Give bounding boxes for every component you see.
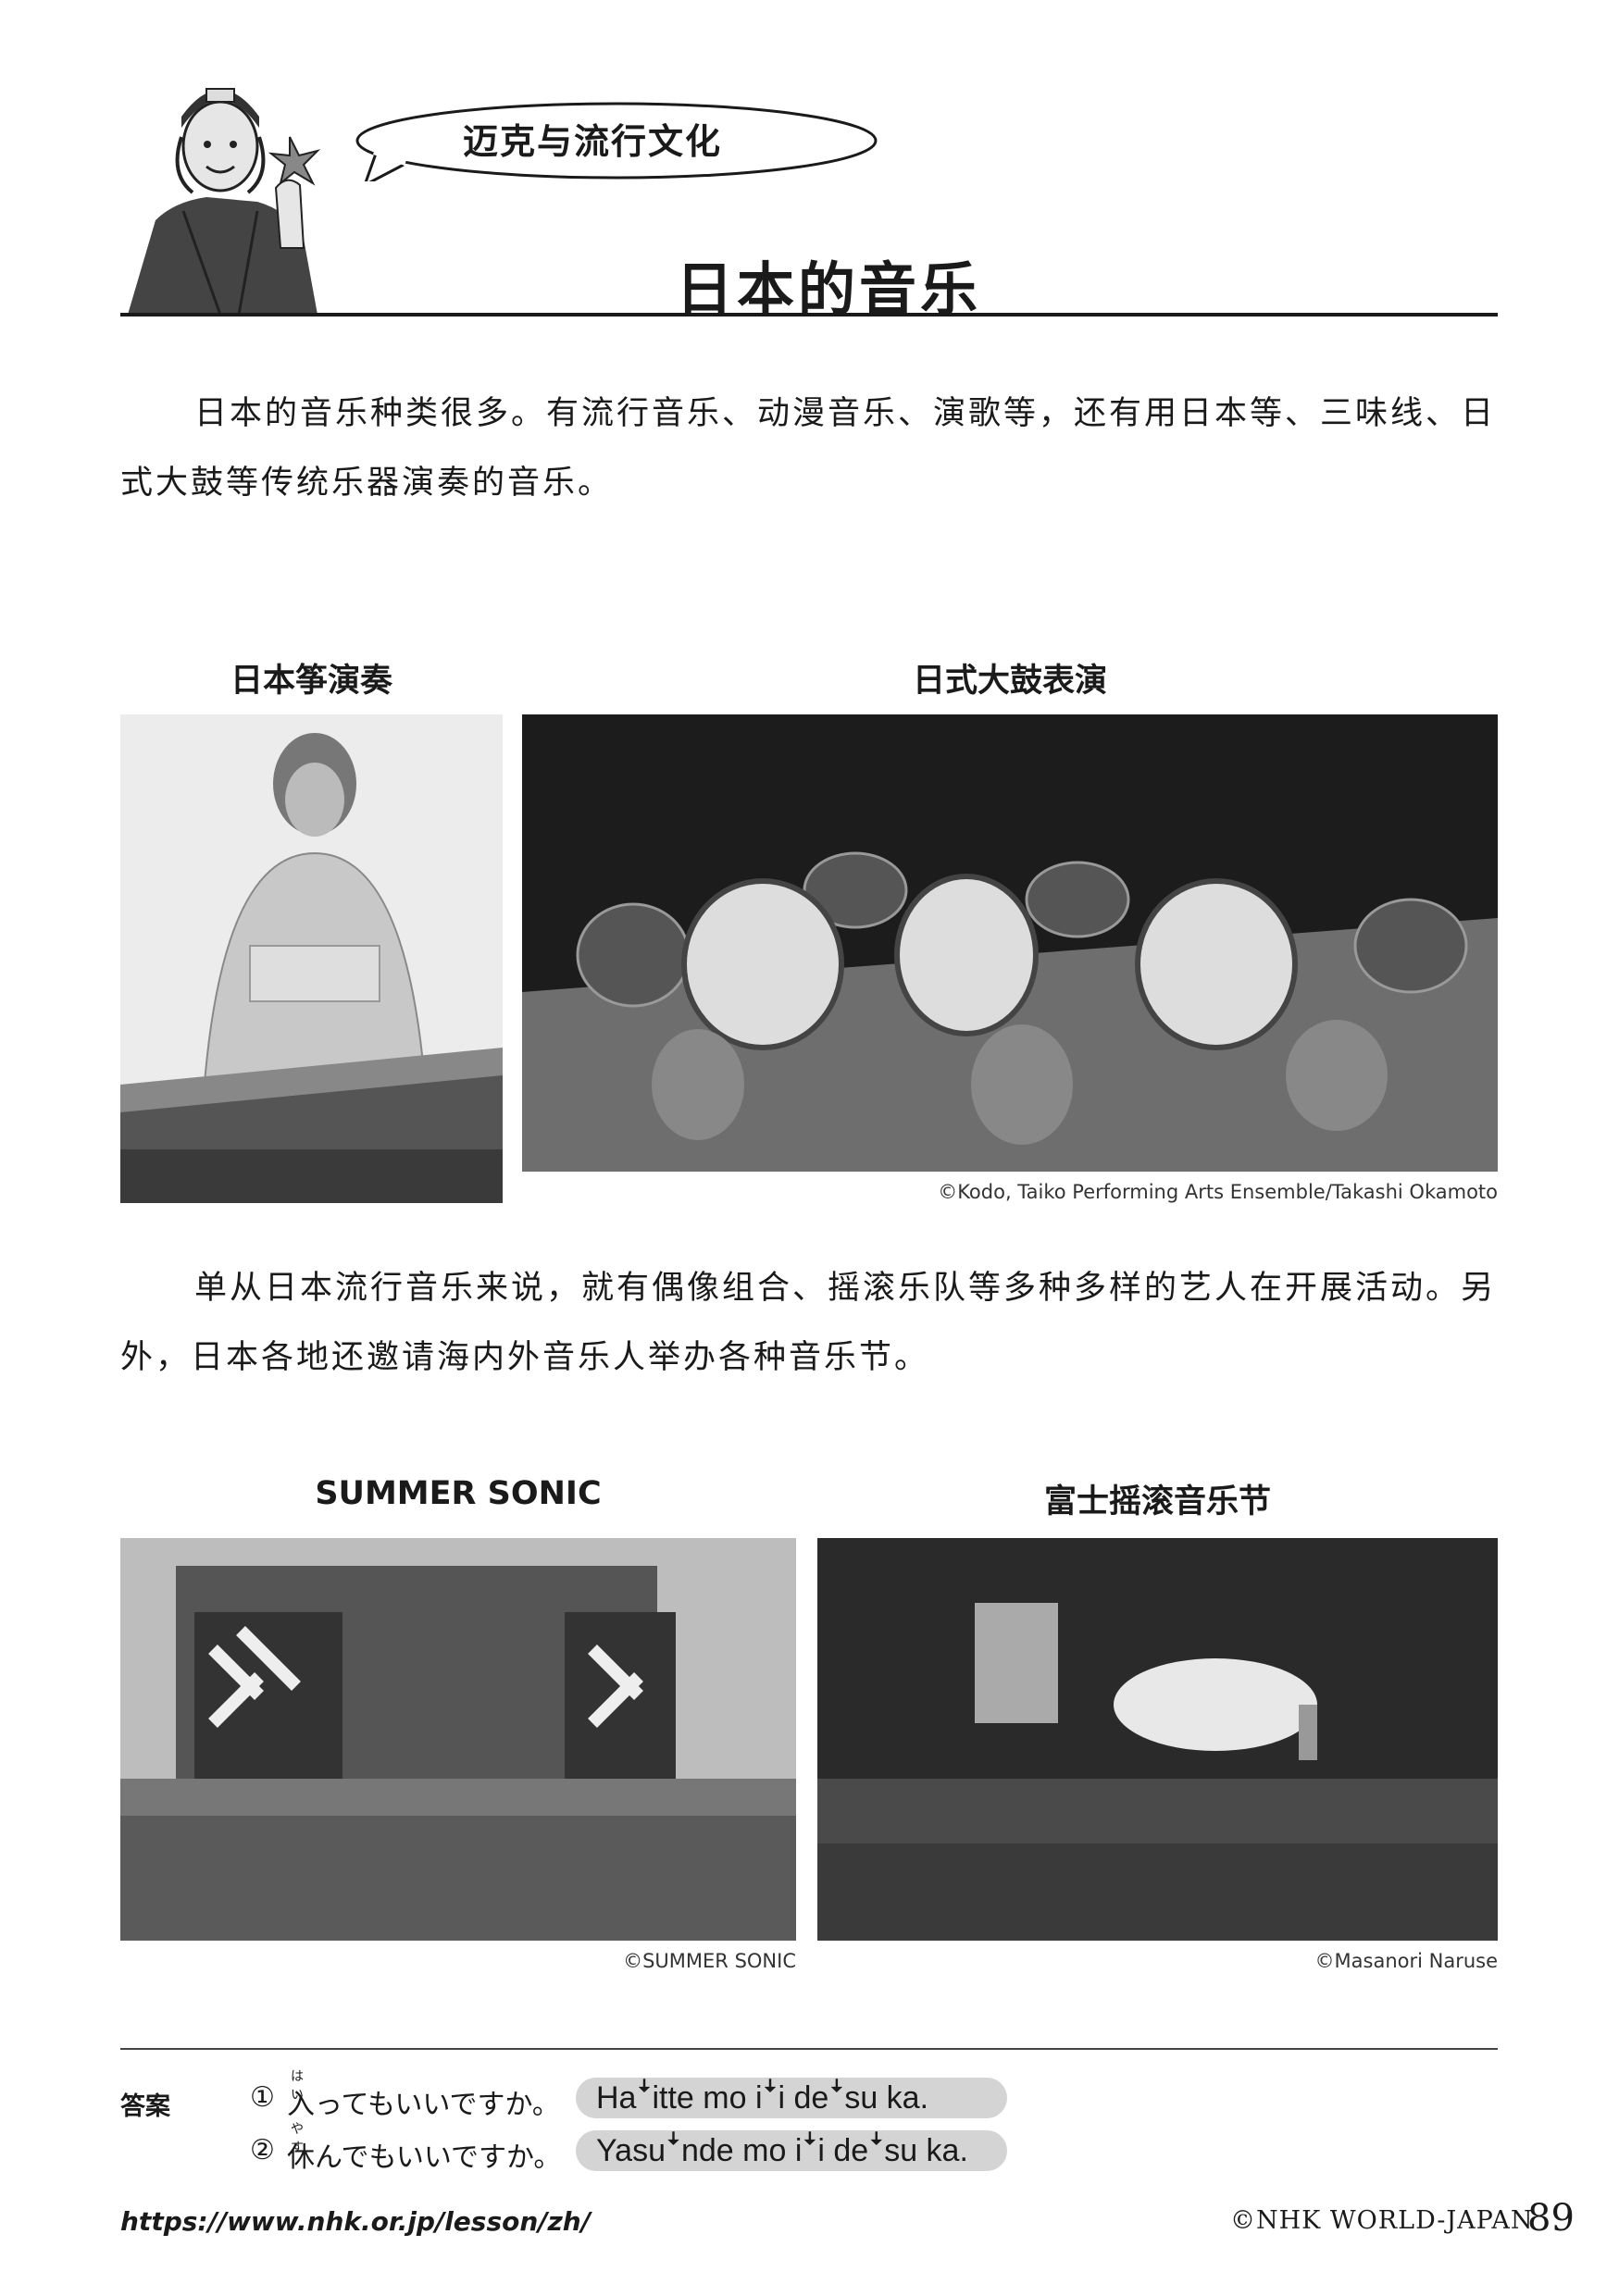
- taiko-photo-credit: ©Kodo, Taiko Performing Arts Ensemble/Ta…: [938, 1181, 1498, 1203]
- pop-music-paragraph: 单从日本流行音乐来说，就有偶像组合、摇滚乐队等多种多样的艺人在开展活动。另外，日…: [120, 1270, 1497, 1376]
- answer-2-number: ②: [250, 2134, 275, 2166]
- bubble-text: 迈克与流行文化: [463, 121, 723, 162]
- taiko-caption: 日式大鼓表演: [912, 663, 1107, 700]
- fuji-rock-credit: ©Masanori Naruse: [1314, 1950, 1498, 1972]
- fuji-rock-photo: [817, 1538, 1498, 1941]
- ninja-character-illustration: [128, 88, 321, 315]
- answer-2-romaji: Yasuꜜnde mo iꜜi deꜜsu ka.: [576, 2130, 1007, 2171]
- footer-url-link[interactable]: https://www.nhk.or.jp/lesson/zh/: [120, 2206, 591, 2237]
- answer-1-number: ①: [250, 2081, 275, 2114]
- koto-caption: 日本筝演奏: [230, 663, 392, 700]
- intro-paragraph: 日本的音乐种类很多。有流行音乐、动漫音乐、演歌等，还有用日本等、三味线、日式大鼓…: [120, 395, 1497, 502]
- fuji-rock-caption: 富士摇滚音乐节: [1043, 1483, 1271, 1520]
- answer-1-japanese: 入ってもいいですか。: [287, 2089, 560, 2121]
- summer-sonic-caption: SUMMER SONIC: [315, 1475, 602, 1512]
- summer-sonic-credit: ©SUMMER SONIC: [623, 1950, 796, 1972]
- taiko-performance-photo: [522, 714, 1498, 1172]
- answer-2-japanese: 休んでもいいですか。: [287, 2141, 562, 2174]
- page-number: 89: [1527, 2197, 1575, 2240]
- koto-performance-photo: [120, 714, 503, 1203]
- title-rule: [120, 313, 1498, 316]
- footer-copyright: ©NHK WORLD-JAPAN: [1230, 2206, 1534, 2235]
- summer-sonic-photo: [120, 1538, 796, 1941]
- answers-rule: [120, 2048, 1498, 2050]
- answer-1-romaji: Haꜜitte mo iꜜi deꜜsu ka.: [576, 2078, 1007, 2118]
- answers-label: 答案: [120, 2092, 170, 2121]
